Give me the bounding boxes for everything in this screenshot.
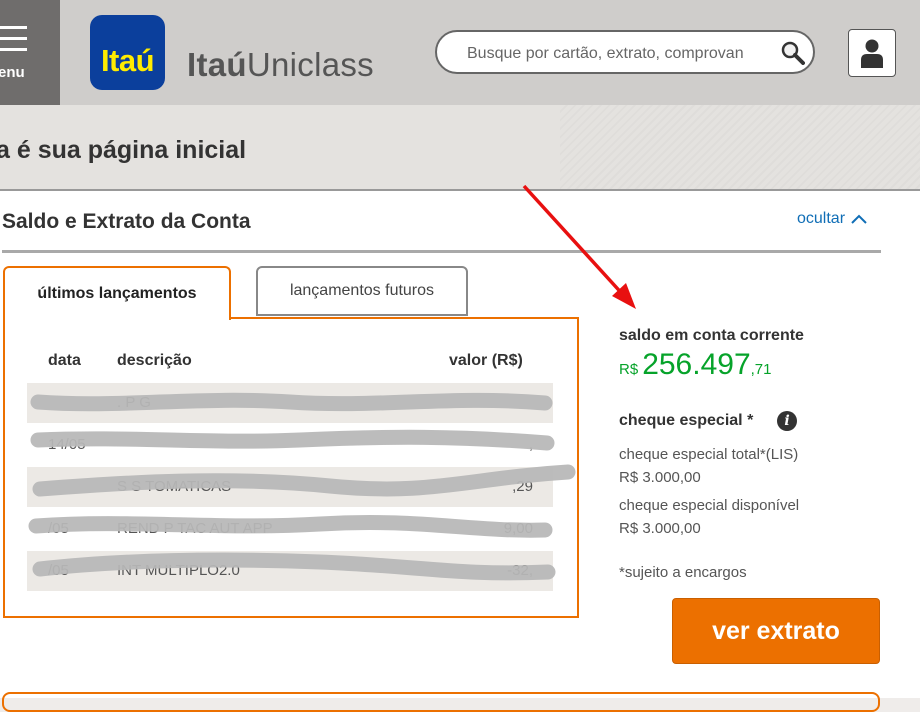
balance-currency: R$ — [619, 361, 639, 378]
overdraft-available-value: R$ 3.000,00 — [619, 520, 701, 537]
column-header-value: valor (R$) — [449, 352, 523, 369]
section-title: Saldo e Extrato da Conta — [2, 210, 251, 233]
column-header-date: data — [48, 352, 81, 369]
section-divider — [2, 250, 881, 253]
tab-future-entries[interactable]: lançamentos futuros — [256, 266, 468, 316]
table-row[interactable]: /05 REND P TAC AUT APP 9,00 — [27, 509, 553, 549]
row-value: -32, — [507, 562, 533, 579]
row-description: INT MULTIPLO2.0 — [117, 562, 240, 579]
hamburger-icon — [0, 26, 27, 59]
balance-label: saldo em conta corrente — [619, 327, 804, 344]
search-box — [435, 30, 815, 74]
row-date: /05 — [48, 520, 69, 537]
logo-text: Itaú — [100, 43, 155, 78]
row-date: 14/05 — [48, 436, 86, 453]
row-description: . P G — [117, 394, 151, 411]
footnote: *sujeito a encargos — [619, 564, 747, 581]
row-description: REND P TAC AUT APP — [117, 520, 273, 537]
row-value: 9,00 — [503, 520, 533, 537]
menu-button[interactable]: enu — [0, 0, 60, 105]
balance-amount: R$ 256.497,71 — [619, 348, 772, 382]
brand-regular: Uniclass — [246, 46, 374, 83]
chevron-up-icon — [851, 214, 867, 224]
row-value: , — [528, 436, 533, 453]
view-statement-button[interactable]: ver extrato — [672, 598, 880, 664]
tab-recent-entries[interactable]: últimos lançamentos — [3, 266, 231, 320]
itau-logo[interactable]: Itaú — [90, 15, 165, 90]
row-description: S S TOMATICAS — [117, 478, 232, 495]
top-header: enu Itaú ItaúUniclass — [0, 0, 920, 105]
user-icon — [861, 39, 883, 68]
row-date: /05 — [48, 562, 69, 579]
column-header-description: descrição — [117, 352, 192, 369]
brand-name: ItaúUniclass — [187, 46, 374, 84]
overdraft-total-value: R$ 3.000,00 — [619, 469, 701, 486]
row-value: ,29 — [512, 478, 533, 495]
table-row[interactable]: . P G — [27, 383, 553, 423]
user-profile-button[interactable] — [848, 29, 896, 77]
search-input[interactable] — [465, 42, 777, 66]
next-card-edge — [2, 692, 880, 712]
overdraft-label: cheque especial * — [619, 412, 754, 429]
info-icon[interactable]: i — [777, 411, 797, 431]
menu-label: enu — [0, 64, 25, 81]
brand-bold: Itaú — [187, 46, 247, 83]
balance-cents: ,71 — [750, 361, 772, 378]
overdraft-total-label: cheque especial total*(LIS) — [619, 446, 799, 463]
table-row[interactable]: /05 INT MULTIPLO2.0 -32, — [27, 551, 553, 591]
search-icon[interactable] — [781, 41, 805, 70]
overdraft-available-label: cheque especial disponível — [619, 497, 800, 514]
table-row[interactable]: S S TOMATICAS ,29 — [27, 467, 553, 507]
hide-section-link[interactable]: ocultar — [797, 210, 867, 228]
page-title: a é sua página inicial — [0, 136, 247, 164]
hide-label: ocultar — [797, 210, 846, 227]
table-row[interactable]: 14/05 , — [27, 425, 553, 465]
balance-integer: 256.497 — [642, 348, 751, 381]
